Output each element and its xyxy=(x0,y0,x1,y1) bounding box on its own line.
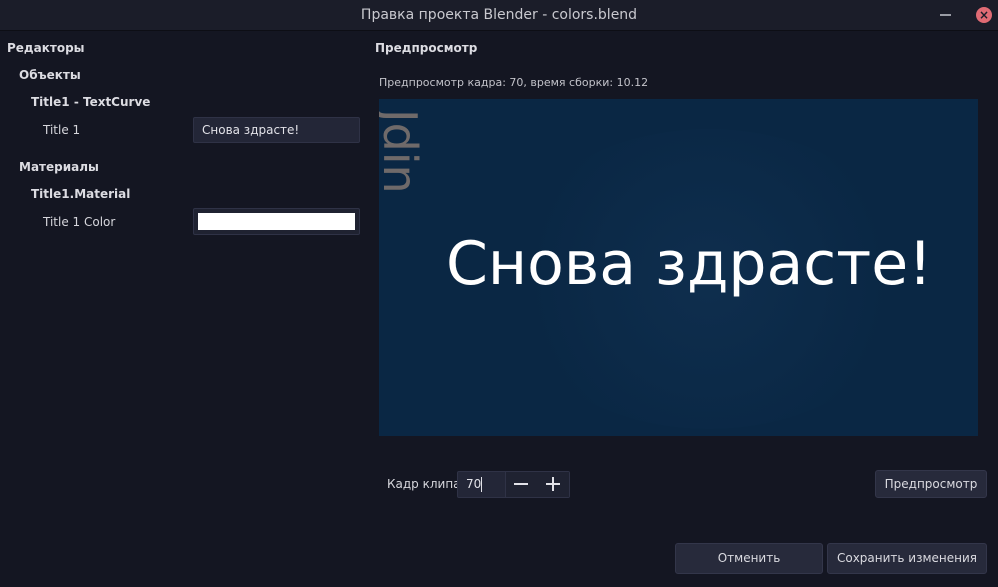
close-icon[interactable]: × xyxy=(976,7,992,23)
frame-label: Кадр клипа xyxy=(387,477,461,491)
cancel-button[interactable]: Отменить xyxy=(675,543,823,574)
preview-info: Предпросмотр кадра: 70, время сборки: 10… xyxy=(379,76,649,89)
preview-button[interactable]: Предпросмотр xyxy=(875,470,987,498)
preview-heading: Предпросмотр xyxy=(375,41,478,55)
preview-vertical-text: Jdin xyxy=(379,109,427,194)
title-field-label: Title 1 xyxy=(43,123,81,137)
plus-icon-vertical[interactable] xyxy=(552,477,554,491)
object-name: Title1 - TextCurve xyxy=(31,95,151,109)
objects-heading: Объекты xyxy=(19,68,81,82)
material-name: Title1.Material xyxy=(31,187,131,201)
title-bar: Правка проекта Blender - colors.blend × xyxy=(0,0,998,31)
preview-canvas: Jdin Снова здрасте! xyxy=(379,99,978,436)
frame-value[interactable]: 70 xyxy=(466,477,481,491)
window-title: Правка проекта Blender - colors.blend xyxy=(360,7,638,23)
editors-heading: Редакторы xyxy=(7,41,85,55)
text-caret xyxy=(481,477,482,492)
color-swatch xyxy=(198,213,355,230)
minus-icon[interactable] xyxy=(514,483,528,485)
color-field-label: Title 1 Color xyxy=(43,215,116,229)
materials-heading: Материалы xyxy=(19,160,99,174)
save-button[interactable]: Сохранить изменения xyxy=(827,543,987,574)
preview-main-text: Снова здрасте! xyxy=(446,229,933,299)
frame-spinbox[interactable]: 70 xyxy=(457,471,570,498)
color-picker-button[interactable] xyxy=(193,208,360,235)
title-text-input[interactable]: Снова здрасте! xyxy=(193,117,360,143)
minimize-icon[interactable] xyxy=(940,14,951,16)
